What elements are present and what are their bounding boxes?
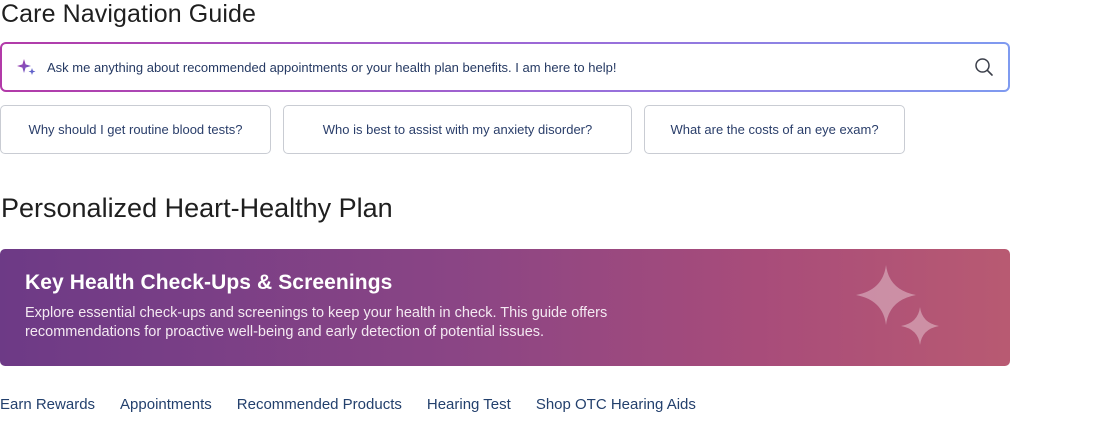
search-box[interactable] [0,42,1010,92]
sparkle-icon [17,59,36,75]
nav-link-appointments[interactable]: Appointments [120,396,212,418]
nav-link-earn-rewards[interactable]: Earn Rewards [0,396,95,418]
nav-link-shop-otc-hearing-aids[interactable]: Shop OTC Hearing Aids [536,396,696,418]
search-box-inner [2,44,1008,90]
screenings-banner[interactable]: Key Health Check-Ups & Screenings Explor… [0,249,1010,366]
nav-link-recommended-products[interactable]: Recommended Products [237,396,402,418]
banner-title: Key Health Check-Ups & Screenings [25,271,393,294]
quick-links-nav: Earn Rewards Appointments Recommended Pr… [0,396,721,418]
plan-title: Personalized Heart-Healthy Plan [1,193,393,223]
care-navigation-title: Care Navigation Guide [1,0,257,28]
search-icon[interactable] [974,57,994,77]
nav-link-hearing-test[interactable]: Hearing Test [427,396,511,418]
banner-description: Explore essential check-ups and screenin… [25,305,608,340]
sparkle-icon [856,265,939,345]
suggestion-blood-tests-button[interactable]: Why should I get routine blood tests? [0,105,271,154]
search-input[interactable] [45,58,974,76]
suggestion-anxiety-button[interactable]: Who is best to assist with my anxiety di… [283,105,632,154]
suggestion-eye-exam-button[interactable]: What are the costs of an eye exam? [644,105,905,154]
